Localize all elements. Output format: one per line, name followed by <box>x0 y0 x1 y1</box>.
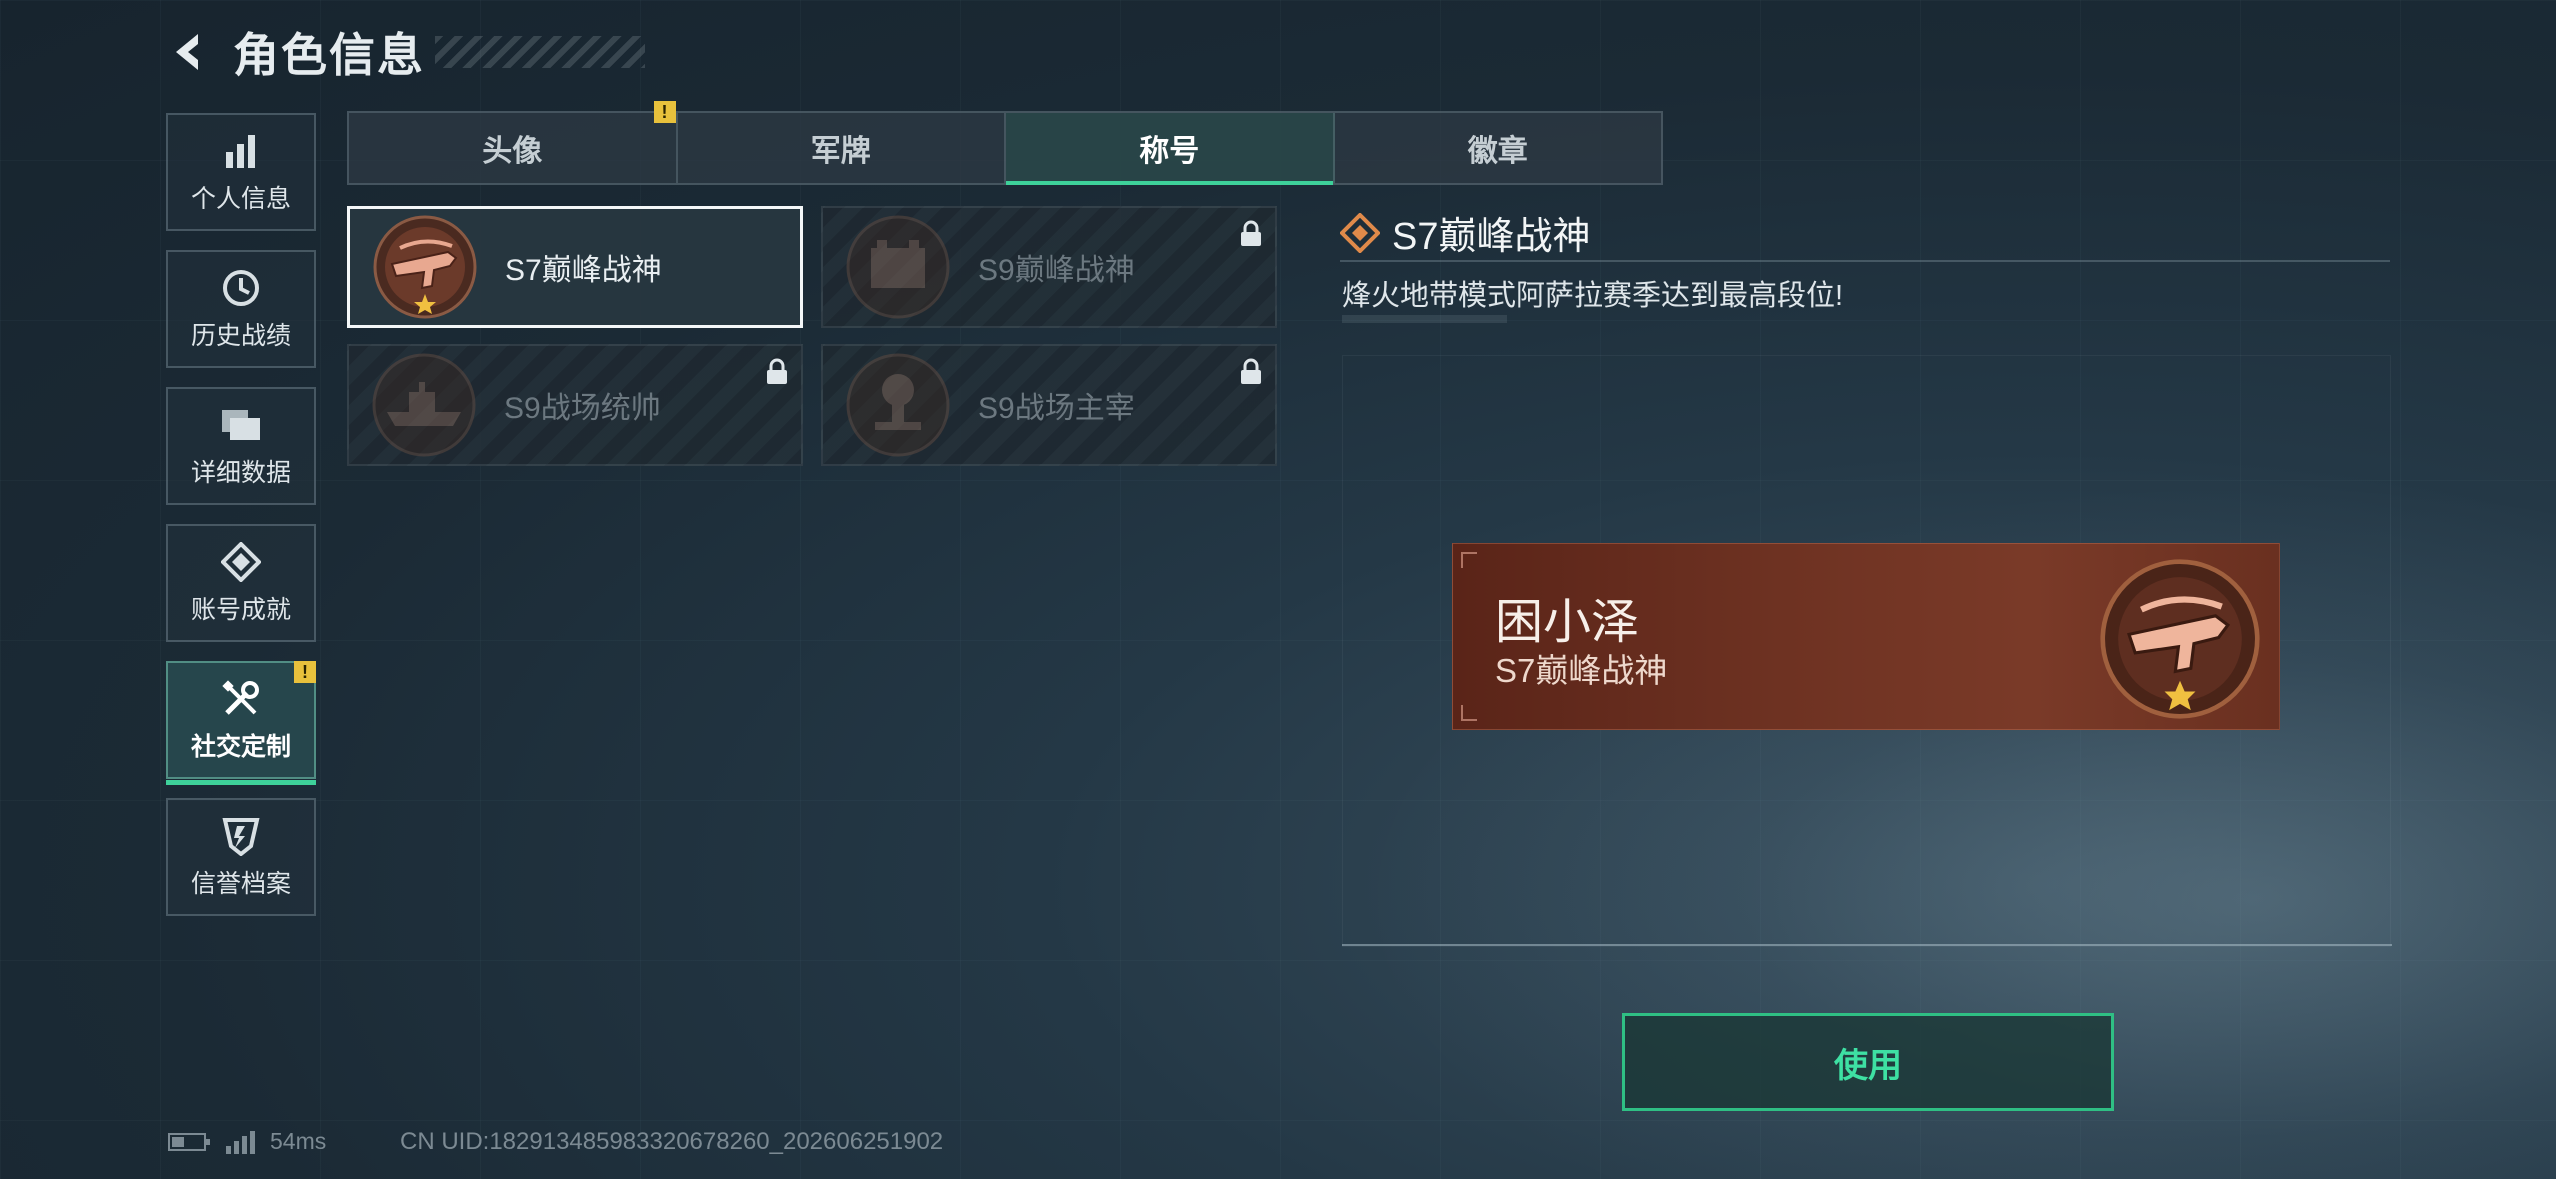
explosion-medal-icon <box>843 350 953 460</box>
tab-bar: 头像 ! 军牌 称号 徽章 <box>347 101 1663 185</box>
nameplate-title: S7巅峰战神 <box>1495 652 1668 689</box>
history-clock-icon <box>219 266 263 310</box>
nameplate-preview: 困小泽 S7巅峰战神 <box>1452 543 2280 730</box>
title-card-label: S7巅峰战神 <box>505 254 662 287</box>
lock-icon <box>765 358 789 391</box>
gun-medal-icon <box>2095 554 2265 724</box>
sidebar-item-label: 信誉档案 <box>190 870 291 898</box>
sidebar-item-achievements[interactable]: 账号成就 <box>166 524 316 642</box>
sidebar-item-personal-info[interactable]: 个人信息 <box>166 113 316 231</box>
title-card-label: S9战场统帅 <box>504 392 661 425</box>
detail-subtext-placeholder <box>1342 315 1507 323</box>
tools-icon <box>219 677 263 721</box>
user-uid: CN UID:1829134859833206782​60_2026062519… <box>400 1128 944 1155</box>
divider <box>1340 260 2390 262</box>
tab-avatar[interactable]: 头像 ! <box>349 101 678 183</box>
use-button[interactable]: 使用 <box>1622 1013 2114 1111</box>
title-card[interactable]: S9巅峰战神 <box>821 206 1277 328</box>
credit-shield-icon <box>219 814 263 858</box>
tab-label: 称号 <box>1139 135 1200 168</box>
warship-medal-icon <box>369 350 479 460</box>
sidebar-item-history[interactable]: 历史战绩 <box>166 250 316 368</box>
gun-medal-icon <box>370 212 480 322</box>
header: 角色信息 <box>165 22 645 82</box>
page-title: 角色信息 <box>233 29 425 81</box>
status-bar: 54ms <box>168 1128 326 1155</box>
corner-decoration <box>1461 705 1477 721</box>
divider <box>1342 944 2392 946</box>
battery-icon <box>168 1132 210 1151</box>
lock-icon <box>1239 358 1263 391</box>
detail-title: S7巅峰战神 <box>1392 216 1591 258</box>
fortress-medal-icon <box>843 212 953 322</box>
ping-value: 54ms <box>270 1128 327 1154</box>
tab-titles[interactable]: 称号 <box>1006 113 1335 185</box>
title-card[interactable]: S9战场主宰 <box>821 344 1277 466</box>
detail-description: 烽火地带模式阿萨拉赛季达到最高段位! <box>1342 280 1844 312</box>
title-card-label: S9战场主宰 <box>978 392 1135 425</box>
sidebar-item-detailed-data[interactable]: 详细数据 <box>166 387 316 505</box>
title-card-label: S9巅峰战神 <box>978 254 1135 287</box>
corner-decoration <box>1461 552 1477 568</box>
title-card[interactable]: S9战场统帅 <box>347 344 803 466</box>
bar-chart-icon <box>219 129 263 173</box>
sidebar-item-credit-record[interactable]: 信誉档案 <box>166 798 316 916</box>
warning-badge: ! <box>294 661 316 683</box>
signal-icon <box>226 1130 255 1154</box>
achievement-diamond-icon <box>219 540 263 584</box>
tab-badges[interactable]: 徽章 <box>1335 113 1662 183</box>
nameplate-player-name: 困小泽 <box>1495 596 1640 649</box>
tab-label: 军牌 <box>810 135 871 168</box>
sidebar-item-label: 详细数据 <box>190 459 291 487</box>
sidebar-item-label: 个人信息 <box>190 185 291 213</box>
title-card[interactable]: S7巅峰战神 <box>347 206 803 328</box>
title-decoration <box>435 36 645 68</box>
back-button[interactable] <box>165 27 215 77</box>
sidebar-item-label: 历史战绩 <box>190 322 291 350</box>
tab-military-tag[interactable]: 军牌 <box>678 113 1006 183</box>
tab-label: 徽章 <box>1467 135 1528 168</box>
folder-icon <box>219 403 263 447</box>
sidebar-item-label: 账号成就 <box>190 596 291 624</box>
title-diamond-icon <box>1340 212 1380 253</box>
sidebar-item-label: 社交定制 <box>190 733 291 761</box>
warning-badge: ! <box>653 101 676 123</box>
back-arrow-icon <box>176 34 198 70</box>
sidebar: 个人信息 历史战绩 详细数据 账号成就 ! 社交定制 信誉档案 <box>166 113 316 935</box>
tab-label: 头像 <box>482 135 543 168</box>
sidebar-item-social-custom[interactable]: ! 社交定制 <box>166 661 316 785</box>
detail-header: S7巅峰战神 <box>1340 205 1590 260</box>
lock-icon <box>1239 220 1263 253</box>
